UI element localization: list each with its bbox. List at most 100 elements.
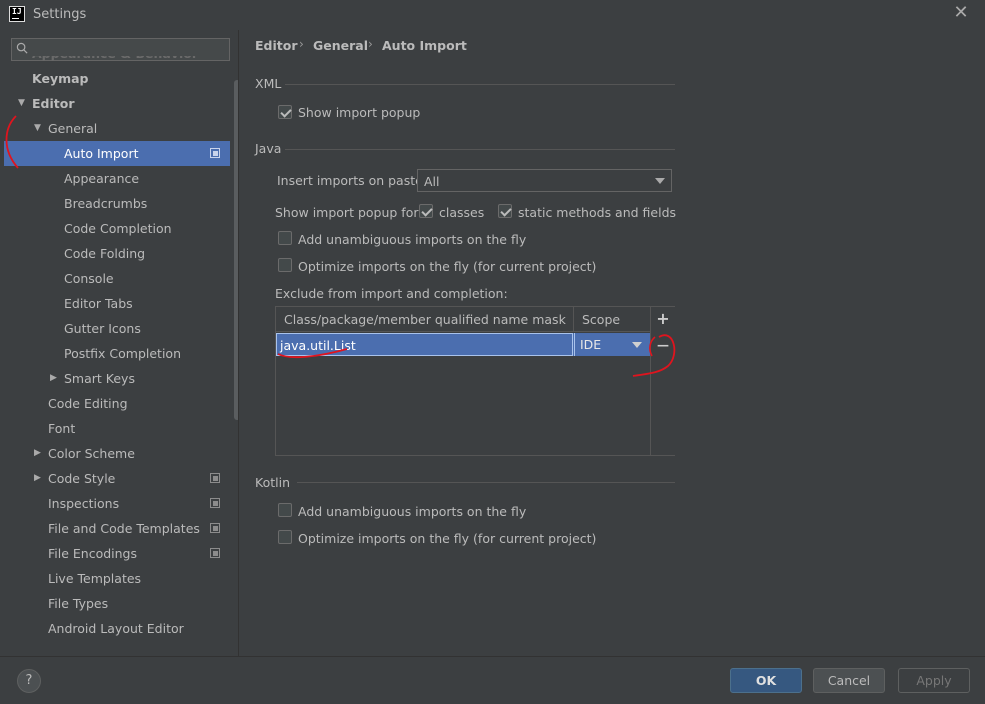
static-methods-checkbox[interactable] xyxy=(498,204,512,218)
sidebar-item-label: Code Folding xyxy=(64,246,146,261)
project-scope-icon xyxy=(210,523,220,533)
show-popup-for-label: Show import popup for: xyxy=(275,205,423,220)
sidebar-item[interactable]: ▶ Color Scheme xyxy=(4,441,230,466)
insert-imports-dropdown[interactable]: All xyxy=(417,169,672,192)
sidebar-item[interactable]: Inspections xyxy=(4,491,230,516)
scope-cell[interactable]: IDE xyxy=(574,333,650,356)
sidebar-item-label: Editor xyxy=(32,96,75,111)
sidebar-item-label: Auto Import xyxy=(64,146,139,161)
expand-down-arrow-icon[interactable]: ▼ xyxy=(18,91,25,116)
table-toolbar: + — xyxy=(650,307,675,455)
sidebar-item-label: Appearance xyxy=(64,171,140,186)
apply-button[interactable]: Apply xyxy=(898,668,970,693)
mask-cell[interactable]: java.util.List xyxy=(276,333,573,356)
table-row[interactable]: java.util.List IDE xyxy=(276,333,650,356)
project-scope-icon xyxy=(210,148,220,158)
sidebar-item[interactable]: Auto Import xyxy=(4,141,230,166)
breadcrumb-separator: › xyxy=(299,37,304,51)
sidebar-item-label: Font xyxy=(48,421,76,436)
sidebar-item-label: Live Templates xyxy=(48,571,142,586)
breadcrumb-separator: › xyxy=(368,37,373,51)
show-import-popup-xml-checkbox[interactable] xyxy=(278,105,292,119)
scope-value: IDE xyxy=(580,337,602,352)
add-icon[interactable]: + xyxy=(655,311,671,327)
sidebar-item[interactable]: ▼ General xyxy=(4,116,230,141)
sidebar-item-label: Android Layout Editor xyxy=(48,621,184,636)
add-unambiguous-kotlin-label: Add unambiguous imports on the fly xyxy=(298,504,527,519)
sidebar-item[interactable]: ▶ Code Style xyxy=(4,466,230,491)
dialog-footer: ? OK Cancel Apply xyxy=(0,657,985,704)
exclude-label: Exclude from import and completion: xyxy=(275,286,508,301)
classes-checkbox[interactable] xyxy=(419,204,433,218)
breadcrumb-general[interactable]: General xyxy=(313,38,368,53)
java-section-title: Java xyxy=(255,141,282,156)
sidebar-item[interactable]: ▼ Editor xyxy=(4,91,230,116)
settings-sidebar: Appearance & Behavior Keymap ▼ Editor ▼ Gener… xyxy=(4,30,238,656)
sidebar-item[interactable]: Editor Tabs xyxy=(4,291,230,316)
breadcrumb-auto-import: Auto Import xyxy=(382,38,467,53)
xml-section-separator xyxy=(285,84,675,85)
sidebar-item-label: Inspections xyxy=(48,496,120,511)
classes-label: classes xyxy=(439,205,485,220)
column-header-mask[interactable]: Class/package/member qualified name mask xyxy=(276,307,574,332)
kotlin-section-separator xyxy=(297,482,675,483)
sidebar-item-label: File Types xyxy=(48,596,109,611)
static-methods-label: static methods and fields xyxy=(518,205,677,220)
optimize-imports-java-checkbox[interactable] xyxy=(278,258,292,272)
optimize-imports-java-label: Optimize imports on the fly (for current… xyxy=(298,259,597,274)
sidebar-item[interactable]: Code Editing xyxy=(4,391,230,416)
sidebar-item[interactable]: Appearance xyxy=(4,166,230,191)
breadcrumb-editor[interactable]: Editor xyxy=(255,38,298,53)
sidebar-item-label: Breadcrumbs xyxy=(64,196,148,211)
expand-right-arrow-icon[interactable]: ▶ xyxy=(50,366,57,391)
sidebar-item[interactable]: Android Layout Editor xyxy=(4,616,230,641)
sidebar-item[interactable]: File Types xyxy=(4,591,230,616)
sidebar-item[interactable]: File and Code Templates xyxy=(4,516,230,541)
sidebar-item[interactable]: Live Templates xyxy=(4,566,230,591)
sidebar-item[interactable]: ▶ Smart Keys xyxy=(4,366,230,391)
ok-button[interactable]: OK xyxy=(730,668,802,693)
sidebar-item[interactable]: File Encodings xyxy=(4,541,230,566)
sidebar-item-label: Gutter Icons xyxy=(64,321,141,336)
cancel-button[interactable]: Cancel xyxy=(813,668,885,693)
optimize-imports-kotlin-label: Optimize imports on the fly (for current… xyxy=(298,531,597,546)
expand-right-arrow-icon[interactable]: ▶ xyxy=(34,441,41,466)
sidebar-item[interactable]: Code Folding xyxy=(4,241,230,266)
project-scope-icon xyxy=(210,498,220,508)
add-unambiguous-java-label: Add unambiguous imports on the fly xyxy=(298,232,527,247)
sidebar-item[interactable]: Font xyxy=(4,416,230,441)
sidebar-item[interactable]: Console xyxy=(4,266,230,291)
sidebar-item-label: Postfix Completion xyxy=(64,346,181,361)
show-import-popup-xml-label: Show import popup xyxy=(298,105,421,120)
project-scope-icon xyxy=(210,548,220,558)
insert-imports-value: All xyxy=(424,174,440,189)
expand-right-arrow-icon[interactable]: ▶ xyxy=(34,466,41,491)
sidebar-item-label: Code Style xyxy=(48,471,116,486)
project-scope-icon xyxy=(210,473,220,483)
expand-down-arrow-icon[interactable]: ▼ xyxy=(34,116,41,141)
column-header-scope[interactable]: Scope xyxy=(574,307,650,332)
sidebar-item[interactable]: Postfix Completion xyxy=(4,341,230,366)
sidebar-item-label: Appearance & Behavior xyxy=(32,56,198,66)
help-button[interactable]: ? xyxy=(17,669,41,693)
add-unambiguous-java-checkbox[interactable] xyxy=(278,231,292,245)
sidebar-item-label: Console xyxy=(64,271,114,286)
sidebar-item[interactable]: Breadcrumbs xyxy=(4,191,230,216)
sidebar-item[interactable]: Code Completion xyxy=(4,216,230,241)
optimize-imports-kotlin-checkbox[interactable] xyxy=(278,530,292,544)
sidebar-item-label: Editor Tabs xyxy=(64,296,133,311)
sidebar-item-label: Code Editing xyxy=(48,396,128,411)
chevron-down-icon xyxy=(632,342,642,348)
kotlin-section-title: Kotlin xyxy=(255,475,290,490)
close-icon[interactable]: ✕ xyxy=(952,4,970,22)
remove-icon[interactable]: — xyxy=(655,337,671,353)
add-unambiguous-kotlin-checkbox[interactable] xyxy=(278,503,292,517)
exclude-table: Class/package/member qualified name mask… xyxy=(275,306,675,456)
java-section-separator xyxy=(285,149,675,150)
sidebar-item[interactable]: Appearance & Behavior xyxy=(4,56,230,66)
sidebar-item-label: File Encodings xyxy=(48,546,138,561)
sidebar-item[interactable]: Keymap xyxy=(4,66,230,91)
sidebar-item-label: General xyxy=(48,121,98,136)
settings-tree: Appearance & Behavior Keymap ▼ Editor ▼ Gener… xyxy=(4,56,230,656)
sidebar-item[interactable]: Gutter Icons xyxy=(4,316,230,341)
